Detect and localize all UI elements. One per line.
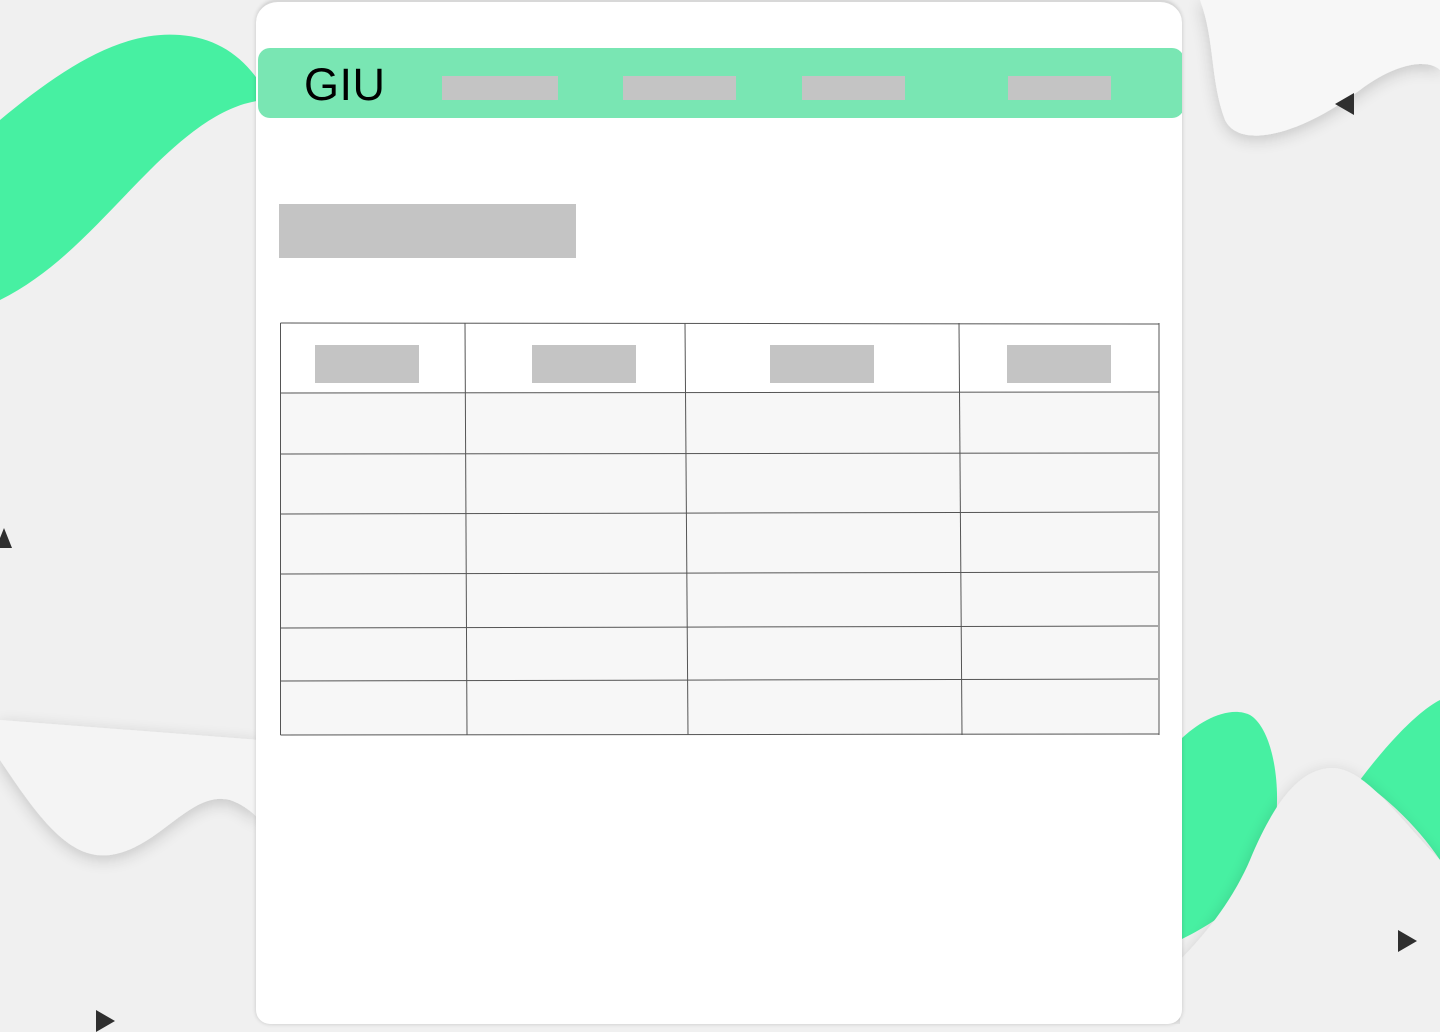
table-header-col-1[interactable] [315, 345, 419, 383]
play-left-icon [1335, 93, 1354, 115]
brand-logo[interactable]: GIU [304, 60, 386, 110]
nav-item-4[interactable] [1008, 76, 1111, 100]
play-up-icon [0, 528, 12, 548]
table-body [280, 393, 1159, 735]
page-title [279, 204, 576, 258]
navbar: GIU [258, 48, 1182, 118]
data-table [280, 322, 1160, 736]
nav-item-3[interactable] [802, 76, 905, 100]
table-grid [280, 322, 1160, 736]
wave-top-right [1180, 0, 1440, 136]
main-card: GIU [256, 0, 1182, 1024]
wave-top-left [0, 34, 270, 301]
table-header-col-2[interactable] [532, 345, 636, 383]
play-right-icon [1398, 930, 1417, 952]
table-header-col-4[interactable] [1007, 345, 1111, 383]
table-header-col-3[interactable] [770, 345, 874, 383]
nav-item-2[interactable] [623, 76, 736, 100]
wave-left-mid [0, 720, 260, 856]
play-right-icon [96, 1010, 115, 1032]
nav-item-1[interactable] [442, 76, 558, 100]
